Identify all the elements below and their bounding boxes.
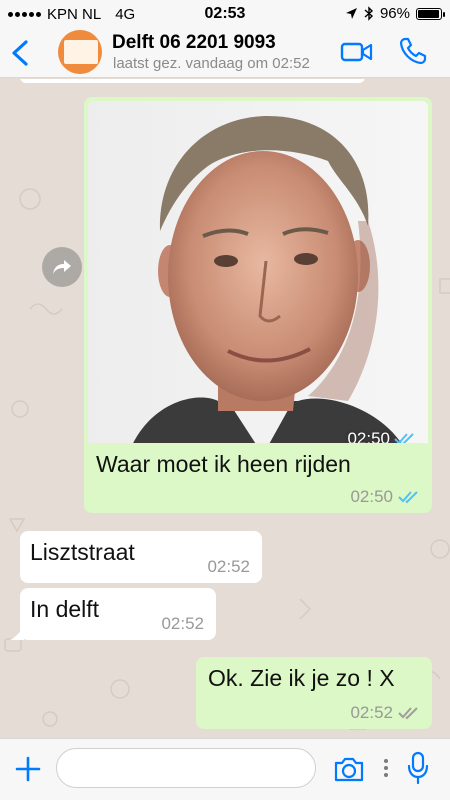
message-meta: 02:52 — [350, 703, 420, 723]
message-text: In delft — [30, 596, 100, 622]
profile-photo[interactable]: 02:50 — [88, 101, 428, 455]
status-right: 96% — [345, 5, 445, 22]
avatar[interactable] — [58, 30, 102, 74]
bluetooth-icon — [364, 6, 373, 21]
chat-header: Delft 06 2201 9093 laatst gez. vandaag o… — [0, 28, 450, 78]
read-receipt-icon — [398, 491, 418, 504]
camera-icon[interactable] — [333, 755, 365, 783]
message-meta: 02:50 — [350, 487, 420, 507]
chat-area[interactable]: 02:50 Waar moet ik heen rijden 02:50 Lis… — [0, 79, 450, 738]
phone-icon[interactable] — [398, 36, 428, 66]
message-meta: 02:52 — [207, 557, 250, 577]
more-dots-icon[interactable] — [383, 757, 389, 779]
video-camera-icon[interactable] — [340, 40, 374, 64]
microphone-icon[interactable] — [406, 751, 430, 785]
message-input[interactable] — [56, 748, 316, 788]
message-outgoing[interactable]: Ok. Zie ik je zo ! X 02:52 — [196, 657, 432, 729]
portrait-image — [88, 101, 428, 455]
message-outgoing[interactable]: Waar moet ik heen rijden 02:50 — [84, 443, 432, 513]
message-time: 02:52 — [350, 703, 393, 722]
forward-button[interactable] — [42, 247, 82, 287]
chevron-left-icon[interactable] — [6, 36, 36, 70]
image-message[interactable]: 02:50 — [84, 97, 432, 459]
message-text: Waar moet ik heen rijden — [96, 451, 351, 477]
message-text: Lisztstraat — [30, 539, 135, 565]
plus-icon[interactable] — [14, 755, 42, 783]
previous-message-bubble — [20, 79, 365, 83]
message-time: 02:52 — [207, 557, 250, 576]
message-incoming[interactable]: In delft 02:52 — [20, 588, 216, 640]
message-meta: 02:52 — [161, 614, 204, 634]
battery-icon — [416, 7, 445, 20]
status-bar: KPN NL 4G 02:53 96% — [0, 0, 450, 28]
message-time: 02:52 — [161, 614, 204, 633]
bubble-tail — [10, 626, 24, 640]
battery-percent: 96% — [379, 5, 410, 22]
delivered-receipt-icon — [398, 707, 418, 720]
contact-name[interactable]: Delft 06 2201 9093 — [112, 32, 276, 54]
message-input-bar — [0, 738, 450, 800]
location-arrow-icon — [345, 8, 357, 19]
message-text: Ok. Zie ik je zo ! X — [208, 665, 395, 691]
forward-arrow-icon — [53, 260, 71, 274]
battery-fill — [418, 9, 440, 18]
message-time: 02:50 — [350, 487, 393, 506]
avatar-image — [64, 40, 98, 64]
last-seen-status: laatst gez. vandaag om 02:52 — [113, 55, 310, 72]
message-incoming[interactable]: Lisztstraat 02:52 — [20, 531, 262, 583]
